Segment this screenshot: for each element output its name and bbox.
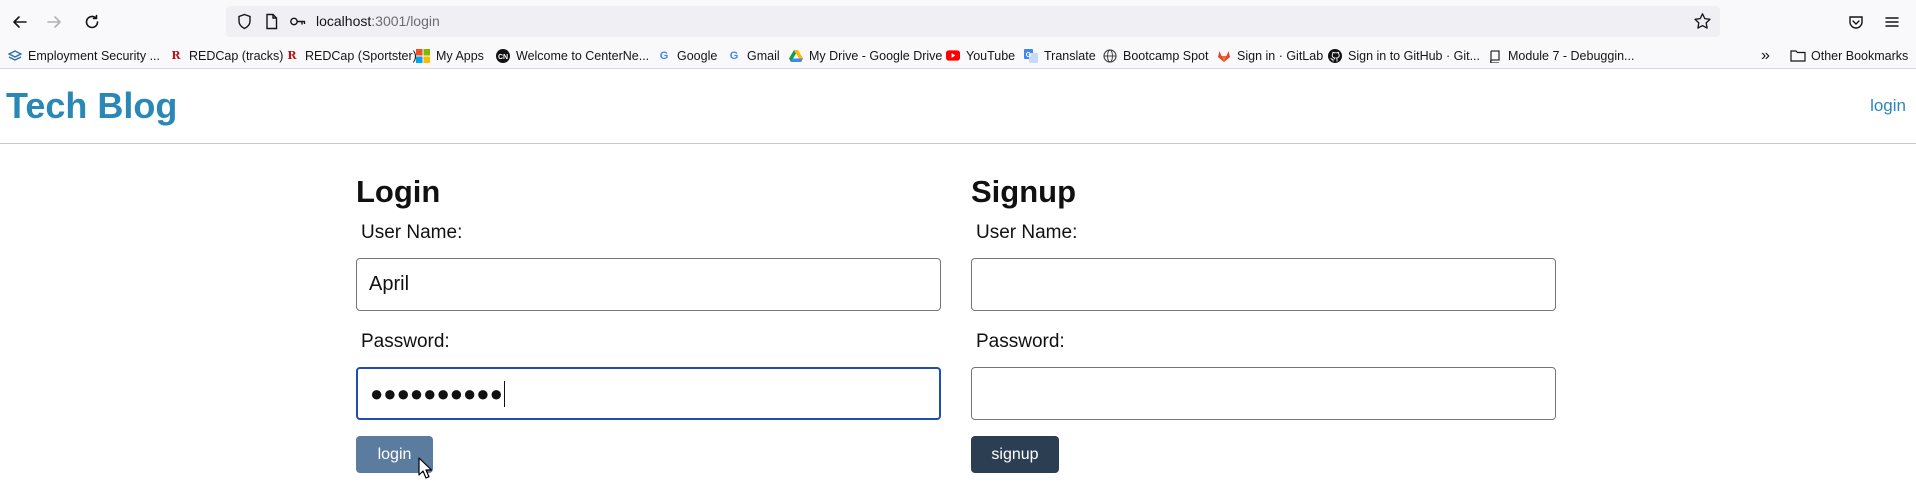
bookmark-item[interactable]: G Translate — [1024, 43, 1096, 68]
browser-toolbar: localhost:3001/login — [0, 0, 1916, 43]
bookmark-label: Translate — [1044, 48, 1096, 63]
menu-icon[interactable] — [1878, 8, 1906, 36]
bookmark-label: Google — [677, 48, 718, 63]
bookmark-label: My Drive - Google Drive — [809, 48, 943, 63]
bookmarks-overflow-icon[interactable]: » — [1761, 47, 1770, 65]
site-header: Tech Blog login — [0, 70, 1916, 144]
cn-icon: CN — [496, 48, 510, 63]
bookmark-item[interactable]: R REDCap (tracks) — [169, 43, 283, 68]
other-bookmarks-label: Other Bookmarks — [1811, 48, 1909, 63]
google-icon: G — [659, 49, 669, 62]
bookmark-item[interactable]: My Apps — [416, 43, 484, 68]
signup-password-input[interactable] — [971, 367, 1556, 420]
bookmark-item[interactable]: Sign in to GitHub · Git... — [1328, 43, 1480, 68]
url-host: localhost — [316, 13, 372, 29]
back-icon[interactable] — [6, 8, 34, 36]
drive-icon — [789, 49, 803, 63]
bookmark-label: Employment Security ... — [28, 48, 160, 63]
bookmark-item[interactable]: Employment Security ... — [8, 43, 160, 68]
microsoft-icon — [416, 48, 430, 63]
mouse-cursor-icon — [418, 457, 432, 479]
signup-username-input[interactable] — [971, 258, 1556, 311]
bookmark-item[interactable]: My Drive - Google Drive — [789, 43, 942, 68]
bookmark-label: Gmail — [747, 48, 780, 63]
redcap-icon: R — [171, 49, 181, 62]
forward-icon[interactable] — [40, 8, 68, 36]
password-mask: ●●●●●●●●●● — [370, 380, 503, 406]
globe-icon — [1103, 48, 1117, 63]
bookmark-item[interactable]: Sign in · GitLab — [1217, 43, 1323, 68]
pocket-icon[interactable] — [1842, 8, 1870, 36]
github-icon — [1328, 48, 1342, 63]
login-username-label: User Name: — [361, 222, 463, 243]
bookmark-star-icon[interactable] — [1693, 12, 1712, 31]
layers-icon — [8, 49, 22, 63]
signup-username-label: User Name: — [976, 222, 1078, 243]
site-title[interactable]: Tech Blog — [6, 84, 177, 127]
login-form: Login User Name: Password: ●●●●●●●●●● lo… — [356, 172, 941, 473]
bookmark-item[interactable]: YouTube — [946, 43, 1015, 68]
bookmark-label: REDCap (Sportster) — [305, 48, 417, 63]
key-icon[interactable] — [289, 13, 306, 30]
bookmark-label: Module 7 - Debuggin... — [1508, 48, 1635, 63]
bookmark-label: Bootcamp Spot — [1123, 48, 1209, 63]
text-caret — [503, 380, 505, 407]
signup-button[interactable]: signup — [971, 436, 1059, 473]
bookmark-label: Sign in · GitLab — [1237, 48, 1324, 63]
redcap-icon: R — [287, 49, 297, 62]
signup-password-label: Password: — [976, 331, 1065, 352]
bookmarks-bar: Employment Security ... R REDCap (tracks… — [0, 43, 1916, 69]
translate-icon: G — [1024, 48, 1038, 63]
login-username-input[interactable] — [356, 258, 941, 311]
bookmark-label: Welcome to CenterNe... — [516, 48, 650, 63]
bookmark-item[interactable]: G Gmail — [727, 43, 780, 68]
bookmark-item[interactable]: R REDCap (Sportster) — [285, 43, 417, 68]
login-password-input[interactable]: ●●●●●●●●●● — [356, 367, 941, 420]
reload-icon[interactable] — [78, 8, 106, 36]
bookmark-item[interactable]: Module 7 - Debuggin... — [1488, 43, 1634, 68]
url-path: :3001/login — [371, 13, 440, 29]
nav-login-link[interactable]: login — [1870, 96, 1906, 116]
svg-text:G: G — [1026, 52, 1032, 59]
youtube-icon — [946, 49, 960, 63]
login-password-label: Password: — [361, 331, 450, 352]
shield-icon[interactable] — [236, 13, 253, 30]
google-icon: G — [729, 49, 739, 62]
bookmark-label: My Apps — [436, 48, 484, 63]
gitlab-icon — [1217, 49, 1231, 63]
folder-icon — [1790, 49, 1806, 63]
url-bar[interactable]: localhost:3001/login — [226, 6, 1720, 37]
signup-title: Signup — [971, 174, 1077, 209]
bookmark-label: Sign in to GitHub · Git... — [1348, 48, 1480, 63]
url-text[interactable]: localhost:3001/login — [316, 6, 440, 37]
signup-form: Signup User Name: Password: signup — [971, 172, 1556, 473]
bookmark-label: REDCap (tracks) — [189, 48, 284, 63]
book-icon — [1488, 49, 1502, 63]
bookmark-label: YouTube — [966, 48, 1016, 63]
other-bookmarks[interactable]: Other Bookmarks — [1790, 43, 1908, 68]
login-title: Login — [356, 174, 441, 209]
bookmark-item[interactable]: G Google — [657, 43, 718, 68]
bookmark-item[interactable]: Bootcamp Spot — [1103, 43, 1208, 68]
bookmark-item[interactable]: CN Welcome to CenterNe... — [496, 43, 649, 68]
page-icon[interactable] — [263, 13, 280, 30]
svg-text:CN: CN — [498, 53, 508, 60]
